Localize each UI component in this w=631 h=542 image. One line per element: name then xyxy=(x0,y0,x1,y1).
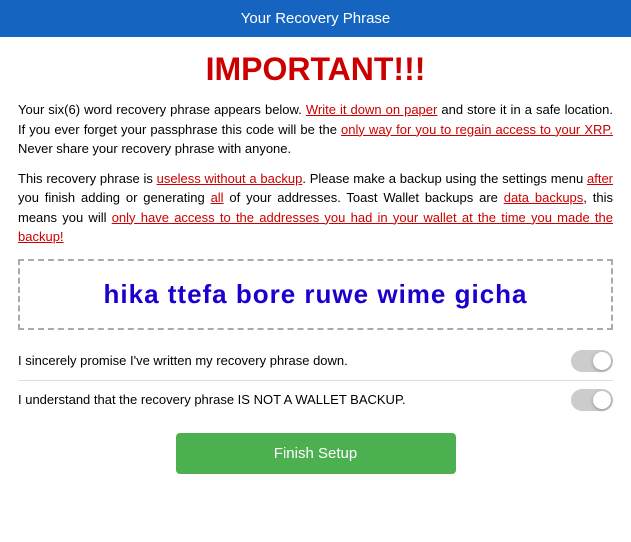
header: Your Recovery Phrase xyxy=(0,0,631,37)
recovery-phrase-text: hika ttefa bore ruwe wime gicha xyxy=(104,279,528,309)
recovery-box: hika ttefa bore ruwe wime gicha xyxy=(18,259,613,330)
header-title: Your Recovery Phrase xyxy=(241,10,391,27)
para2-link1: useless without a backup xyxy=(157,171,303,186)
toggle2-switch[interactable] xyxy=(571,389,613,411)
para2-link3: all xyxy=(211,190,224,205)
para2-middle2: you finish adding or generating xyxy=(18,190,211,205)
para1-prefix: Your six(6) word recovery phrase appears… xyxy=(18,102,306,117)
para2-prefix: This recovery phrase is xyxy=(18,171,157,186)
finish-setup-button[interactable]: Finish Setup xyxy=(176,433,456,474)
para2-link2: after xyxy=(587,171,613,186)
para2-middle3: of your addresses. Toast Wallet backups … xyxy=(224,190,504,205)
important-title: IMPORTANT!!! xyxy=(18,51,613,88)
toggle1-label: I sincerely promise I've written my reco… xyxy=(18,353,348,368)
toggle-row-2: I understand that the recovery phrase IS… xyxy=(18,380,613,419)
paragraph-2: This recovery phrase is useless without … xyxy=(18,169,613,247)
para1-link1: Write it down on paper xyxy=(306,102,438,117)
toggle1-switch[interactable] xyxy=(571,350,613,372)
toggle2-label: I understand that the recovery phrase IS… xyxy=(18,392,406,407)
para1-link2: only way for you to regain access to you… xyxy=(341,122,613,137)
paragraph-1: Your six(6) word recovery phrase appears… xyxy=(18,100,613,159)
para2-middle1: . Please make a backup using the setting… xyxy=(302,171,587,186)
para2-link4: data backups xyxy=(504,190,584,205)
para1-suffix: Never share your recovery phrase with an… xyxy=(18,141,291,156)
toggle-row-1: I sincerely promise I've written my reco… xyxy=(18,342,613,380)
